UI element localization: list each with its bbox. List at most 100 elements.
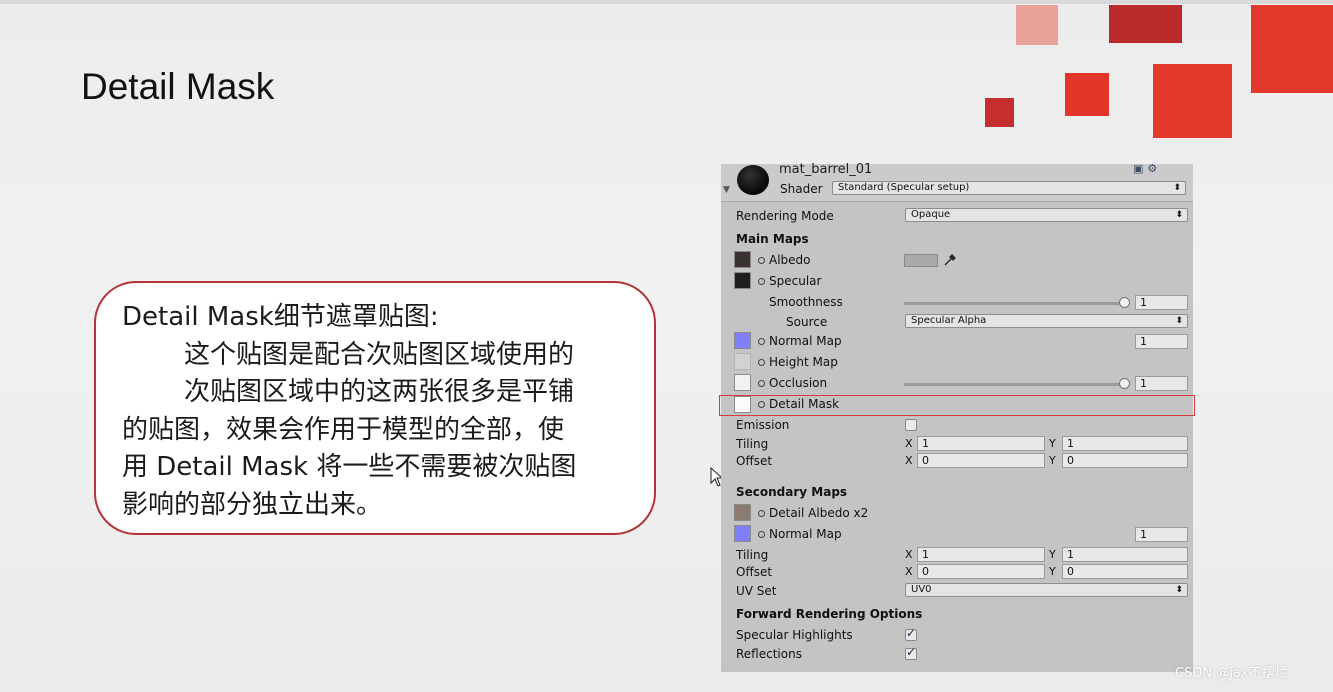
occlusion-texture-slot[interactable] bbox=[734, 374, 751, 391]
shader-label: Shader bbox=[780, 182, 823, 196]
smoothness-label: Smoothness bbox=[769, 295, 843, 309]
axis-x-label: X bbox=[905, 548, 913, 561]
specular-highlights-label: Specular Highlights bbox=[736, 628, 853, 642]
uv-set-value: UV0 bbox=[911, 584, 932, 595]
tiling-y-field[interactable]: 1 bbox=[1062, 436, 1188, 451]
axis-x-label: X bbox=[905, 437, 913, 450]
material-preview-icon bbox=[737, 165, 769, 195]
deco-square bbox=[985, 98, 1014, 127]
specular-texture-slot[interactable] bbox=[734, 272, 751, 289]
height-map-label: Height Map bbox=[769, 355, 838, 369]
rendering-mode-value: Opaque bbox=[911, 209, 951, 220]
height-map-texture-slot[interactable] bbox=[734, 353, 751, 370]
axis-y-label: Y bbox=[1049, 437, 1056, 450]
deco-square bbox=[1016, 5, 1058, 45]
detail-albedo-texture-slot[interactable] bbox=[734, 504, 751, 521]
smoothness-slider-track[interactable] bbox=[904, 302, 1126, 305]
material-inspector: ▼ mat_barrel_01 ▣⚙ Shader Standard (Spec… bbox=[719, 162, 1195, 672]
reflections-checkbox[interactable]: ✓ bbox=[905, 645, 917, 660]
axis-x-label: X bbox=[905, 565, 913, 578]
slide-title: Detail Mask bbox=[81, 66, 275, 107]
texture-picker-icon[interactable] bbox=[758, 531, 765, 538]
eyedropper-icon[interactable] bbox=[942, 252, 958, 268]
checkmark-icon: ✓ bbox=[906, 626, 917, 640]
smoothness-slider-handle[interactable] bbox=[1119, 297, 1130, 308]
callout-line: 的贴图，效果会作用于模型的全部，使 bbox=[122, 414, 565, 445]
albedo-label: Albedo bbox=[769, 253, 811, 267]
occlusion-label: Occlusion bbox=[769, 376, 828, 390]
callout-box: Detail Mask细节遮罩贴图: 这个贴图是配合次贴图区域使用的 次贴图区域… bbox=[94, 281, 656, 535]
emission-label: Emission bbox=[736, 418, 790, 432]
secondary-tiling-x-field[interactable]: 1 bbox=[917, 547, 1045, 562]
texture-picker-icon[interactable] bbox=[758, 257, 765, 264]
offset-label: Offset bbox=[736, 454, 773, 468]
occlusion-slider-track[interactable] bbox=[904, 383, 1126, 386]
offset-x-field[interactable]: 0 bbox=[917, 453, 1045, 468]
rendering-mode-label: Rendering Mode bbox=[736, 209, 834, 223]
source-dropdown[interactable]: Specular Alpha ⬍ bbox=[905, 314, 1188, 328]
secondary-maps-heading: Secondary Maps bbox=[736, 485, 848, 499]
forward-rendering-heading: Forward Rendering Options bbox=[736, 607, 923, 621]
rendering-mode-dropdown[interactable]: Opaque ⬍ bbox=[905, 208, 1188, 222]
detail-albedo-label: Detail Albedo x2 bbox=[769, 506, 869, 520]
specular-label: Specular bbox=[769, 274, 822, 288]
texture-picker-icon[interactable] bbox=[758, 510, 765, 517]
dropdown-arrow-icon: ⬍ bbox=[1175, 316, 1183, 326]
shader-value: Standard (Specular setup) bbox=[838, 182, 970, 193]
axis-y-label: Y bbox=[1049, 548, 1056, 561]
checkmark-icon: ✓ bbox=[906, 645, 917, 659]
dropdown-arrow-icon: ⬍ bbox=[1175, 210, 1183, 220]
callout-line: 次贴图区域中的这两张很多是平铺 bbox=[184, 377, 575, 407]
callout-heading: Detail Mask细节遮罩贴图: bbox=[122, 302, 439, 332]
texture-picker-icon[interactable] bbox=[758, 380, 765, 387]
secondary-offset-y-field[interactable]: 0 bbox=[1062, 564, 1188, 579]
emission-checkbox[interactable] bbox=[905, 419, 917, 431]
main-maps-heading: Main Maps bbox=[736, 232, 809, 246]
material-name: mat_barrel_01 bbox=[779, 162, 873, 177]
occlusion-slider-handle[interactable] bbox=[1119, 378, 1130, 389]
secondary-normal-scale-field[interactable]: 1 bbox=[1135, 527, 1188, 542]
reflections-label: Reflections bbox=[736, 647, 802, 661]
axis-y-label: Y bbox=[1049, 565, 1056, 578]
specular-highlights-checkbox[interactable]: ✓ bbox=[905, 626, 917, 641]
header-settings-icons[interactable]: ▣⚙ bbox=[1133, 162, 1161, 175]
deco-square bbox=[1065, 73, 1109, 116]
top-border bbox=[0, 0, 1333, 4]
deco-square bbox=[1251, 5, 1333, 93]
uv-set-label: UV Set bbox=[736, 584, 777, 598]
secondary-normal-map-texture-slot[interactable] bbox=[734, 525, 751, 542]
normal-map-scale-field[interactable]: 1 bbox=[1135, 334, 1188, 349]
callout-line: 用 Detail Mask 将一些不需要被次贴图 bbox=[122, 452, 577, 482]
callout-line: 影响的部分独立出来。 bbox=[122, 489, 383, 520]
albedo-texture-slot[interactable] bbox=[734, 251, 751, 268]
secondary-normal-map-label: Normal Map bbox=[769, 527, 842, 541]
source-label: Source bbox=[786, 315, 828, 329]
smoothness-value-field[interactable]: 1 bbox=[1135, 295, 1188, 310]
texture-picker-icon[interactable] bbox=[758, 359, 765, 366]
foldout-arrow-icon[interactable]: ▼ bbox=[723, 185, 730, 195]
deco-square bbox=[1153, 64, 1232, 138]
albedo-color-swatch[interactable] bbox=[904, 254, 938, 267]
tiling-x-field[interactable]: 1 bbox=[917, 436, 1045, 451]
secondary-offset-label: Offset bbox=[736, 565, 773, 579]
axis-y-label: Y bbox=[1049, 454, 1056, 467]
deco-square bbox=[1109, 5, 1182, 43]
normal-map-texture-slot[interactable] bbox=[734, 332, 751, 349]
detail-mask-highlight bbox=[719, 395, 1195, 416]
secondary-tiling-label: Tiling bbox=[736, 548, 769, 562]
occlusion-value-field[interactable]: 1 bbox=[1135, 376, 1188, 391]
callout-line: 这个贴图是配合次贴图区域使用的 bbox=[184, 339, 575, 370]
shader-dropdown[interactable]: Standard (Specular setup) ⬍ bbox=[832, 181, 1186, 195]
uv-set-dropdown[interactable]: UV0 ⬍ bbox=[905, 583, 1188, 597]
tiling-label: Tiling bbox=[736, 437, 769, 451]
dropdown-arrow-icon: ⬍ bbox=[1173, 183, 1181, 193]
watermark: CSDN @jax不摆烂 bbox=[1175, 666, 1288, 681]
secondary-tiling-y-field[interactable]: 1 bbox=[1062, 547, 1188, 562]
texture-picker-icon[interactable] bbox=[758, 338, 765, 345]
inspector-header: ▼ mat_barrel_01 ▣⚙ Shader Standard (Spec… bbox=[721, 162, 1193, 202]
secondary-offset-x-field[interactable]: 0 bbox=[917, 564, 1045, 579]
texture-picker-icon[interactable] bbox=[758, 278, 765, 285]
source-value: Specular Alpha bbox=[911, 315, 987, 326]
dropdown-arrow-icon: ⬍ bbox=[1175, 585, 1183, 595]
offset-y-field[interactable]: 0 bbox=[1062, 453, 1188, 468]
